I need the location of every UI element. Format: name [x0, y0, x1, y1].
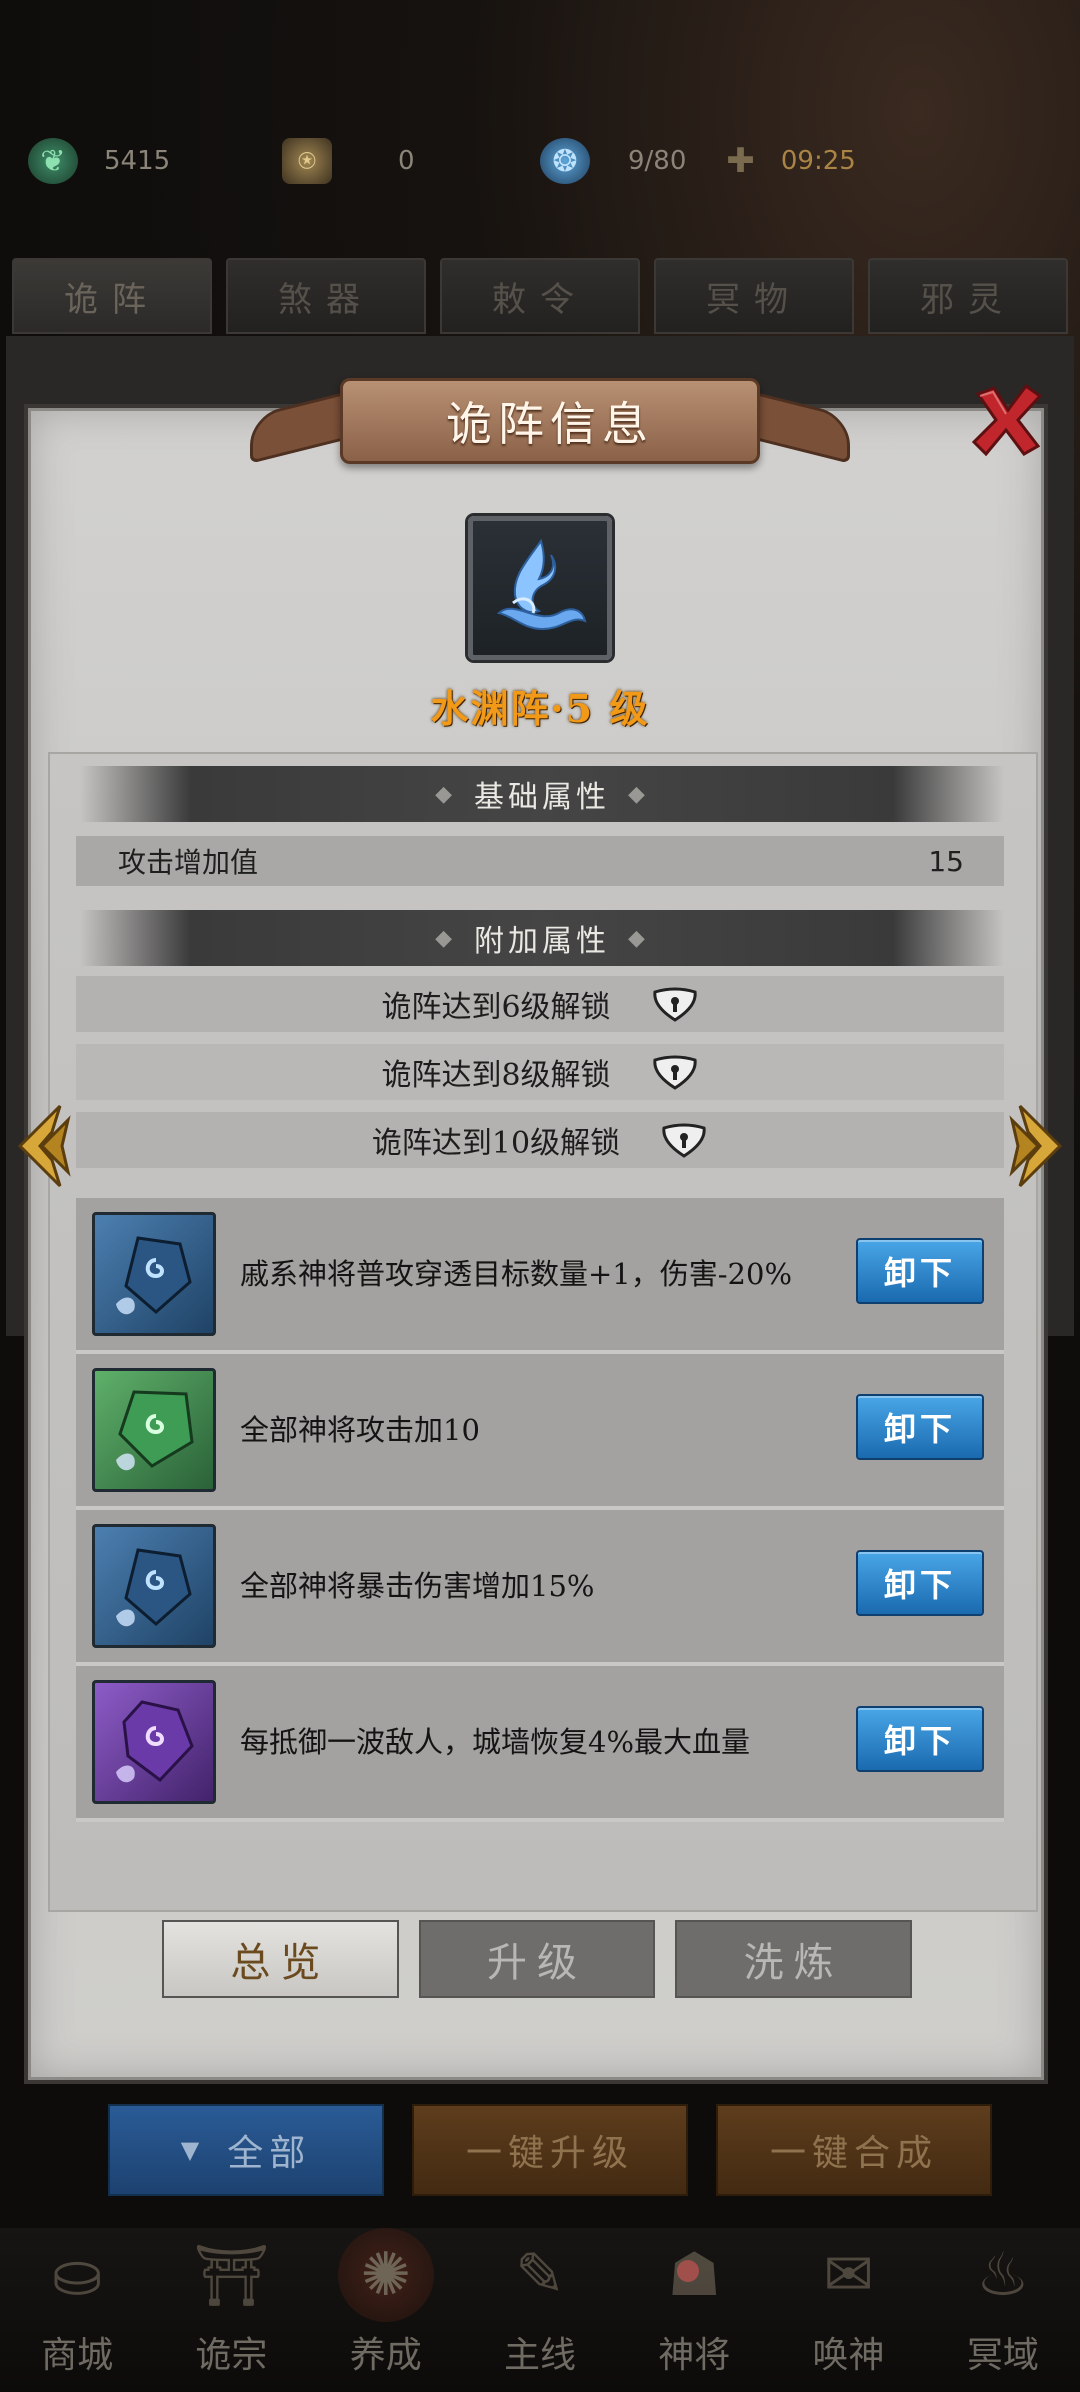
stamina-resource: ❂ 9/80 ✚ 09:25	[540, 136, 856, 186]
tab-upgrade[interactable]: 升级	[418, 1920, 656, 1998]
green-gem-icon[interactable]	[92, 1368, 216, 1492]
bell-resource: ⍟ 0	[282, 136, 415, 186]
blue-gem-icon[interactable]	[92, 1524, 216, 1648]
panel-title: 诡阵信息	[446, 397, 654, 451]
water-stamina-icon: ❂	[540, 138, 590, 184]
lock-icon	[652, 987, 697, 1022]
temple-icon: ⛩	[193, 2240, 270, 2311]
panel-sub-tabs: 总览 升级 洗炼	[162, 1920, 913, 1998]
lock-condition: 诡阵达到8级解锁	[381, 1058, 611, 1093]
extra-attributes-header: ◆ 附加属性 ◆	[80, 910, 1004, 966]
nav-generals[interactable]: ☗ 神将	[617, 2228, 771, 2392]
bell-amount: 0	[398, 146, 415, 176]
tab-formation[interactable]: 诡阵	[12, 258, 212, 334]
basic-attributes-label: 基础属性	[474, 780, 610, 815]
lock-condition: 诡阵达到6级解锁	[381, 990, 611, 1025]
unequip-button[interactable]: 卸下	[856, 1238, 984, 1304]
triangle-down-icon: ▼	[180, 2136, 206, 2164]
tab-overview[interactable]: 总览	[162, 1920, 399, 1998]
list-item: 每抵御一波敌人，城墙恢复4%最大血量 卸下	[76, 1666, 1004, 1822]
diamond-icon: ◆	[628, 925, 649, 951]
jade-amount: 5415	[104, 146, 171, 176]
unequip-button[interactable]: 卸下	[856, 1706, 984, 1772]
tab-evil-weapon[interactable]: 煞器	[226, 258, 426, 334]
list-item: 戚系神将普攻穿透目标数量+1，伤害-20% 卸下	[76, 1198, 1004, 1354]
previous-arrow-icon[interactable]	[12, 1102, 72, 1190]
scroll-icon: ✉	[823, 2240, 874, 2310]
lock-condition: 诡阵达到10级解锁	[371, 1126, 621, 1161]
tab-edict[interactable]: 敕令	[440, 258, 640, 334]
tab-netherworld-item[interactable]: 冥物	[654, 258, 854, 334]
stamina-timer: 09:25	[780, 146, 856, 176]
bottom-navigation: ⛀ 商城 ⛩ 诡宗 ✺ 养成 ✎ 主线 ☗ 神将 ✉ 唤神 ♨ 冥域	[0, 2228, 1080, 2392]
nav-netherworld[interactable]: ♨ 冥域	[926, 2228, 1080, 2392]
next-arrow-icon[interactable]	[1008, 1102, 1068, 1190]
close-button[interactable]	[966, 380, 1046, 460]
add-stamina-icon[interactable]: ✚	[726, 141, 755, 181]
upgrade-all-button[interactable]: 一键升级	[412, 2104, 688, 2196]
formation-icon	[468, 516, 612, 660]
effect-description: 全部神将攻击加10	[240, 1413, 480, 1447]
nav-summon[interactable]: ✉ 唤神	[771, 2228, 925, 2392]
attack-bonus-row: 攻击增加值 15	[76, 836, 1004, 886]
nav-shop[interactable]: ⛀ 商城	[0, 2228, 154, 2392]
diamond-icon: ◆	[628, 781, 649, 807]
list-item: 全部神将攻击加10 卸下	[76, 1354, 1004, 1510]
lock-icon	[652, 1055, 697, 1090]
jade-icon: ❦	[28, 138, 78, 184]
lock-row-level-6: 诡阵达到6级解锁	[76, 976, 1004, 1032]
formation-name: 水渊阵·5 级	[430, 686, 650, 731]
calligraphy-icon: ✎	[514, 2240, 566, 2310]
filter-dropdown[interactable]: ▼ 全部	[108, 2104, 384, 2196]
tab-evil-spirit[interactable]: 邪灵	[868, 258, 1068, 334]
effect-description: 戚系神将普攻穿透目标数量+1，伤害-20%	[240, 1257, 793, 1291]
title-ribbon: 诡阵信息	[340, 378, 760, 464]
unequip-button[interactable]: 卸下	[856, 1394, 984, 1460]
stat-value: 15	[928, 844, 964, 878]
diamond-icon: ◆	[435, 781, 456, 807]
bell-icon: ⍟	[282, 138, 332, 184]
equipped-effects-list: 戚系神将普攻穿透目标数量+1，伤害-20% 卸下 全部神将攻击加10 卸下 全部…	[76, 1198, 1004, 1822]
lock-row-level-8: 诡阵达到8级解锁	[76, 1044, 1004, 1100]
extra-attributes-label: 附加属性	[474, 924, 610, 959]
lock-row-level-10: 诡阵达到10级解锁	[76, 1112, 1004, 1168]
action-bar: ▼ 全部 一键升级 一键合成	[108, 2104, 992, 2196]
tab-refine[interactable]: 洗炼	[675, 1920, 913, 1998]
mask-icon: ☗	[667, 2240, 722, 2310]
nav-sect[interactable]: ⛩ 诡宗	[154, 2228, 308, 2392]
close-icon	[971, 383, 1043, 457]
diamond-icon: ◆	[435, 925, 456, 951]
basic-attributes-header: ◆ 基础属性 ◆	[80, 766, 1004, 822]
category-tabs: 诡阵 煞器 敕令 冥物 邪灵	[12, 258, 1068, 334]
lantern-icon: ♨	[975, 2240, 1030, 2310]
purple-gem-icon[interactable]	[92, 1680, 216, 1804]
water-abyss-icon	[496, 538, 587, 631]
filter-label: 全部	[227, 2133, 312, 2174]
nav-main-story[interactable]: ✎ 主线	[463, 2228, 617, 2392]
lock-icon	[662, 1123, 706, 1158]
nav-cultivate[interactable]: ✺ 养成	[309, 2228, 463, 2392]
merge-all-button[interactable]: 一键合成	[716, 2104, 992, 2196]
unequip-button[interactable]: 卸下	[856, 1550, 984, 1616]
blue-gem-icon[interactable]	[92, 1212, 216, 1336]
effect-description: 每抵御一波敌人，城墙恢复4%最大血量	[240, 1725, 751, 1759]
stamina-amount: 9/80	[628, 146, 687, 176]
resource-bar: ❦ 5415 ⍟ 0 ❂ 9/80 ✚ 09:25	[0, 120, 1080, 206]
jade-resource: ❦ 5415	[28, 136, 170, 186]
list-item: 全部神将暴击伤害增加15% 卸下	[76, 1510, 1004, 1666]
effect-description: 全部神将暴击伤害增加15%	[240, 1569, 595, 1603]
flame-emblem-icon: ✺	[337, 2228, 434, 2322]
ingot-icon: ⛀	[52, 2240, 103, 2310]
stat-label: 攻击增加值	[118, 846, 259, 879]
